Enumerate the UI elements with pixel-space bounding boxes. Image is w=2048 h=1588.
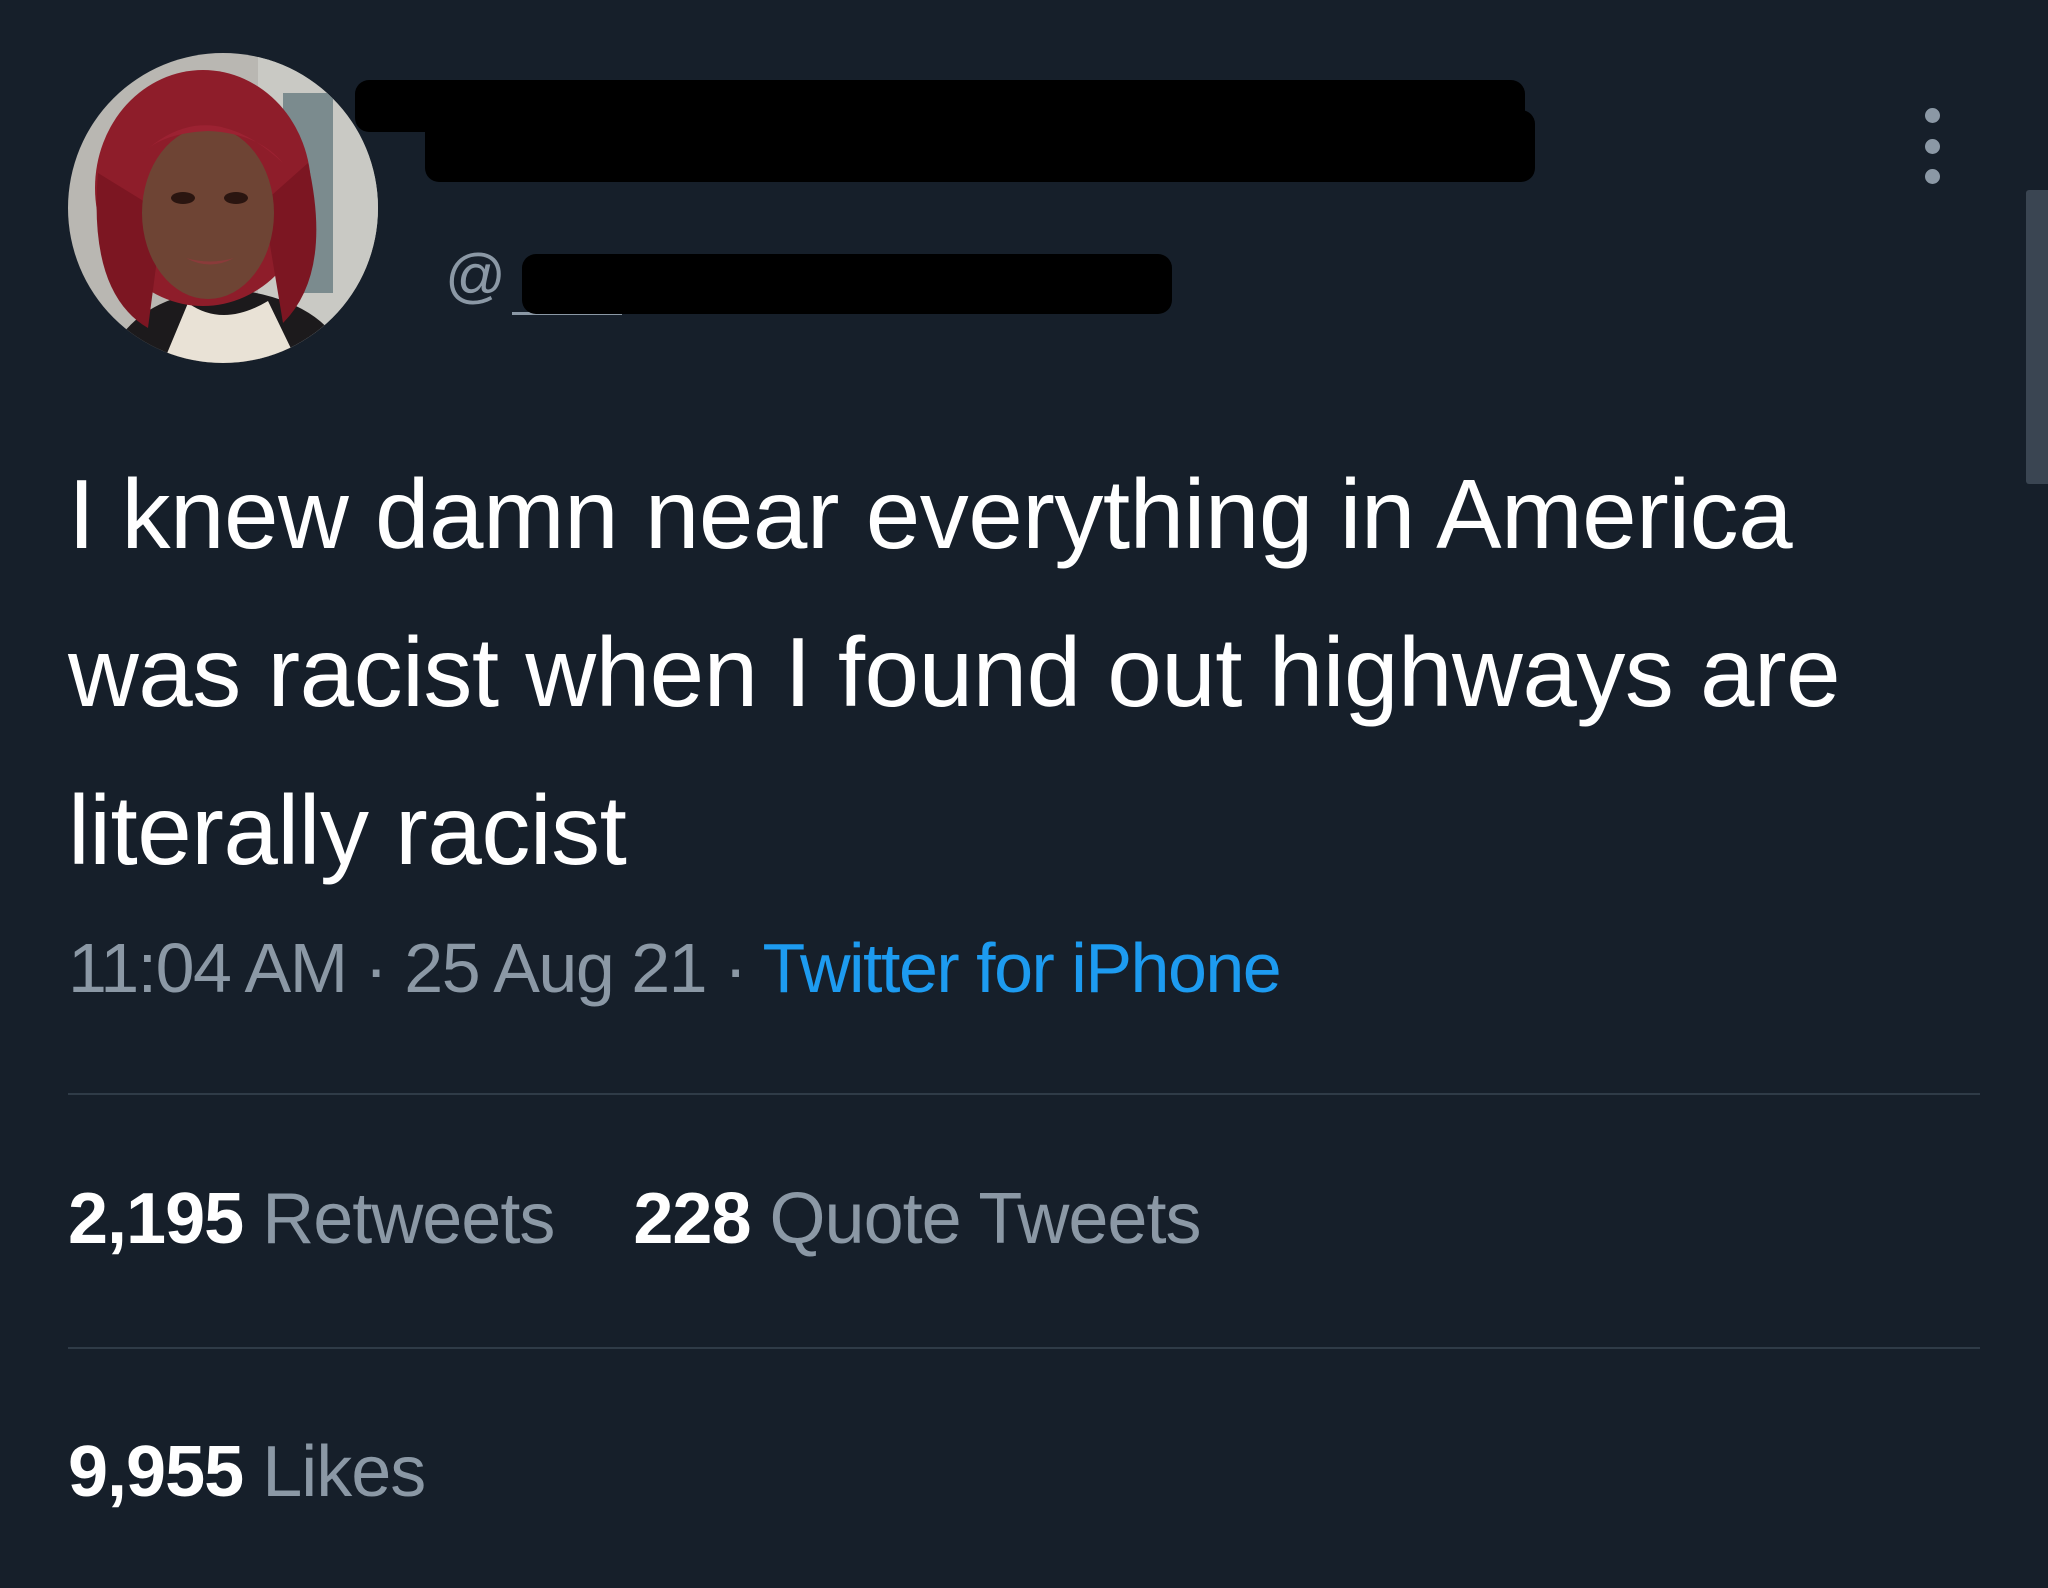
retweets-label: Retweets <box>262 1179 555 1259</box>
quote-tweets-count: 228 <box>633 1179 751 1259</box>
scrollbar-thumb[interactable] <box>2026 190 2048 484</box>
tweet-time[interactable]: 11:04 AM <box>68 929 348 1007</box>
likes-stats-row: 9,955 Likes <box>68 1432 426 1512</box>
engagement-stats-row: 2,195 Retweets 228 Quote Tweets <box>68 1179 1202 1259</box>
more-vertical-icon <box>1924 108 1940 123</box>
retweets-count: 2,195 <box>68 1179 244 1259</box>
more-vertical-icon <box>1924 138 1940 154</box>
tweet-detail-page: @ I knew damn near everything in America… <box>0 0 2048 1588</box>
quote-tweets-label: Quote Tweets <box>769 1179 1202 1259</box>
tweet-source-link[interactable]: Twitter for iPhone <box>763 929 1282 1007</box>
quote-tweets-stat[interactable]: 228 Quote Tweets <box>633 1179 1202 1259</box>
display-name-redaction-lower <box>425 110 1535 182</box>
tweet-metadata: 11:04 AM · 25 Aug 21 · Twitter for iPhon… <box>68 929 1282 1007</box>
likes-count: 9,955 <box>68 1432 244 1512</box>
retweets-stat[interactable]: 2,195 Retweets <box>68 1179 555 1259</box>
avatar-photo <box>68 53 378 363</box>
meta-separator: · <box>724 929 747 1007</box>
likes-label: Likes <box>262 1432 426 1512</box>
divider <box>68 1093 1980 1095</box>
meta-separator: · <box>364 929 388 1007</box>
avatar[interactable] <box>68 53 378 363</box>
likes-stat[interactable]: 9,955 Likes <box>68 1432 426 1512</box>
more-vertical-icon <box>1924 169 1940 184</box>
handle-prefix: @ <box>445 242 506 309</box>
divider <box>68 1347 1980 1349</box>
handle-redaction <box>522 254 1172 314</box>
tweet-date[interactable]: 25 Aug 21 <box>404 929 707 1007</box>
tweet-text: I knew damn near everything in America w… <box>68 459 1841 885</box>
more-options-button[interactable] <box>1912 108 1952 184</box>
